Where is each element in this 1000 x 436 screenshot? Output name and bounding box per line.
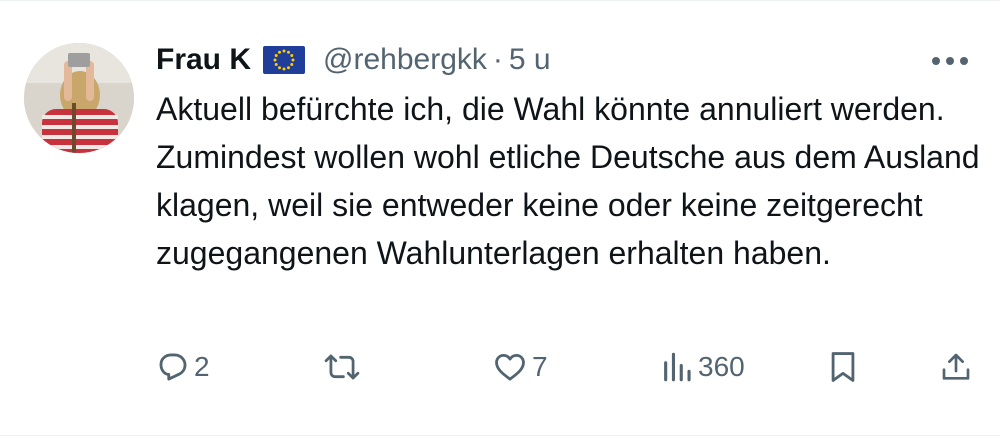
tweet-header: Frau K @rehbergkk · 5 u bbox=[156, 39, 551, 81]
views-icon bbox=[664, 352, 691, 382]
like-count: 7 bbox=[532, 351, 548, 382]
display-name[interactable]: Frau K bbox=[156, 43, 251, 77]
reply-button[interactable]: 2 bbox=[156, 343, 210, 391]
tweet-text: Aktuell befürchte ich, die Wahl könnte a… bbox=[156, 91, 980, 271]
more-icon bbox=[932, 57, 968, 65]
share-icon bbox=[942, 353, 970, 380]
separator-dot: · bbox=[492, 43, 503, 76]
avatar[interactable] bbox=[24, 43, 134, 153]
avatar-image bbox=[24, 43, 134, 153]
tweet-card[interactable]: Frau K @rehbergkk · 5 u Aktuell befürcht… bbox=[0, 0, 1000, 436]
share-button[interactable] bbox=[940, 343, 972, 391]
timestamp[interactable]: 5 u bbox=[509, 43, 551, 77]
reply-count: 2 bbox=[194, 351, 210, 382]
heart-icon bbox=[495, 353, 525, 381]
more-options-button[interactable] bbox=[920, 45, 980, 77]
views-button[interactable]: 360 bbox=[660, 343, 745, 391]
views-count: 360 bbox=[698, 351, 745, 382]
bookmark-button[interactable] bbox=[828, 343, 858, 391]
user-handle[interactable]: @rehbergkk bbox=[323, 43, 487, 77]
bookmark-icon bbox=[831, 352, 855, 382]
action-bar: 2 7 360 bbox=[156, 343, 986, 391]
eu-flag-icon bbox=[263, 46, 306, 74]
repost-button[interactable] bbox=[324, 343, 364, 391]
reply-icon bbox=[159, 353, 187, 381]
repost-icon bbox=[324, 354, 360, 380]
like-button[interactable]: 7 bbox=[492, 343, 548, 391]
